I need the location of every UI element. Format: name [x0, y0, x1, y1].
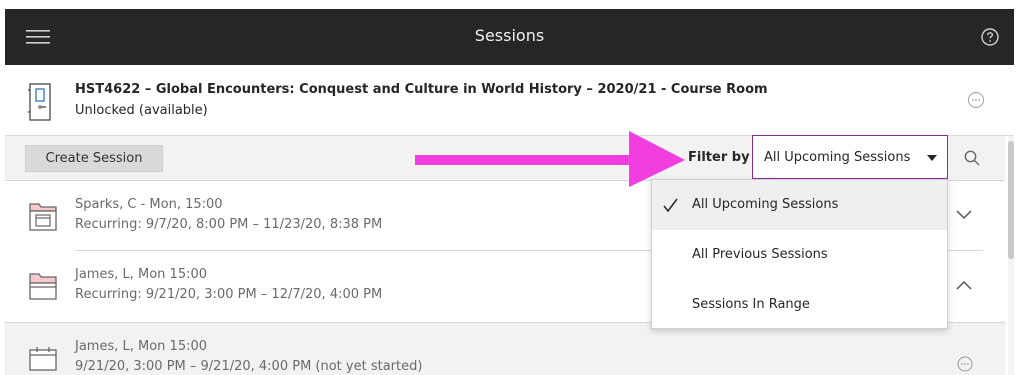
- filter-option-label: Sessions In Range: [692, 297, 810, 312]
- create-session-button[interactable]: Create Session: [25, 145, 163, 172]
- chevron-down-icon[interactable]: [955, 208, 973, 222]
- filter-dropdown-menu: All Upcoming Sessions All Previous Sessi…: [651, 179, 948, 329]
- page-title: Sessions: [474, 26, 545, 45]
- top-bar: Sessions: [5, 9, 1014, 65]
- filter-select-value: All Upcoming Sessions: [764, 150, 911, 165]
- checkmark-icon: [663, 198, 678, 213]
- course-status: Unlocked (available): [75, 103, 208, 118]
- recurring-folder-icon: [29, 203, 57, 231]
- sessions-app: Sessions HST4622 – Global Encounters: Co…: [5, 9, 1014, 375]
- scrollbar-thumb[interactable]: [1008, 141, 1014, 259]
- filter-option-in-range[interactable]: Sessions In Range: [652, 280, 947, 330]
- help-icon[interactable]: [980, 27, 1000, 47]
- session-time: 9/21/20, 3:00 PM – 9/21/20, 4:00 PM (not…: [75, 359, 423, 374]
- filter-option-label: All Upcoming Sessions: [692, 197, 839, 212]
- filter-option-all-upcoming[interactable]: All Upcoming Sessions: [652, 180, 947, 230]
- vertical-scrollbar[interactable]: [1008, 136, 1014, 375]
- session-name: James, L, Mon 15:00: [75, 339, 208, 354]
- chevron-up-icon[interactable]: [955, 278, 973, 292]
- caret-down-icon: [927, 155, 937, 161]
- calendar-icon: [29, 347, 57, 371]
- filter-option-label: All Previous Sessions: [692, 247, 828, 262]
- course-title: HST4622 – Global Encounters: Conquest an…: [75, 82, 768, 97]
- more-options-icon[interactable]: [967, 91, 985, 109]
- filter-option-all-previous[interactable]: All Previous Sessions: [652, 230, 947, 280]
- session-time: Recurring: 9/21/20, 3:00 PM – 12/7/20, 4…: [75, 287, 383, 302]
- open-folder-icon: [29, 273, 57, 300]
- session-time: Recurring: 9/7/20, 8:00 PM – 11/23/20, 8…: [75, 217, 383, 232]
- search-icon[interactable]: [963, 149, 981, 167]
- filter-by-label: Filter by: [688, 150, 750, 165]
- filter-select[interactable]: All Upcoming Sessions: [752, 135, 948, 179]
- session-name: James, L, Mon 15:00: [75, 267, 208, 282]
- annotation-arrow-icon: [415, 131, 685, 187]
- session-name: Sparks, C - Mon, 15:00: [75, 197, 223, 212]
- course-room-row[interactable]: HST4622 – Global Encounters: Conquest an…: [5, 65, 1014, 136]
- door-icon: [28, 83, 51, 121]
- more-options-icon[interactable]: [957, 356, 973, 372]
